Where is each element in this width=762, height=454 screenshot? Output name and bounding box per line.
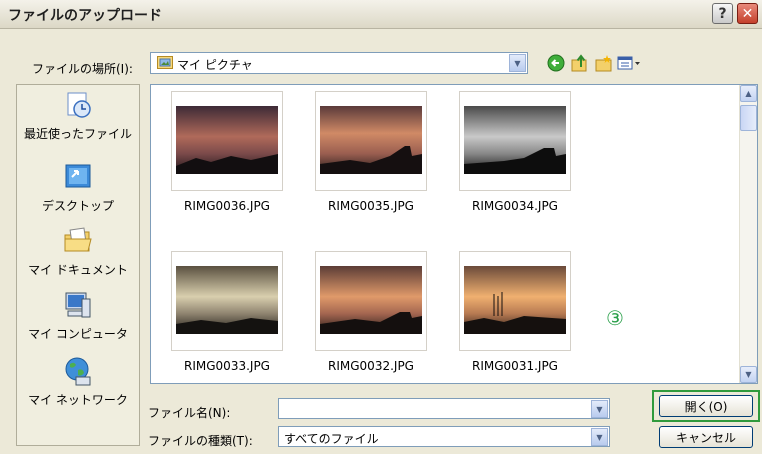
place-label: 最近使ったファイル <box>23 127 132 141</box>
file-name: RIMG0036.JPG <box>184 199 270 213</box>
file-name: RIMG0033.JPG <box>184 359 270 373</box>
file-list[interactable]: RIMG0036.JPG RIMG0035.JPG RIMG0034.JPG R… <box>150 84 758 384</box>
photo-thumbnail-icon <box>176 266 278 334</box>
close-button[interactable]: ✕ <box>737 3 758 24</box>
look-in-label: ファイルの場所(I): <box>32 62 133 76</box>
file-name: RIMG0035.JPG <box>328 199 414 213</box>
file-thumbnail[interactable]: RIMG0035.JPG <box>311 91 431 213</box>
file-thumbnail[interactable]: RIMG0036.JPG <box>167 91 287 213</box>
photo-thumbnail-icon <box>464 266 566 334</box>
place-my-network[interactable]: マイ ネットワーク <box>17 355 139 408</box>
filename-label: ファイル名(N): <box>148 406 231 420</box>
chevron-down-icon[interactable]: ▼ <box>509 54 526 72</box>
desktop-icon <box>65 164 91 188</box>
vertical-scrollbar[interactable]: ▲ ▼ <box>739 85 757 383</box>
chevron-down-icon[interactable]: ▼ <box>591 428 608 446</box>
place-label: デスクトップ <box>41 199 114 213</box>
places-bar: 最近使ったファイル デスクトップ マイ ドキュメント マイ コンピュータ マイ … <box>16 84 140 446</box>
file-name: RIMG0031.JPG <box>472 359 558 373</box>
place-recent[interactable]: 最近使ったファイル <box>17 89 139 142</box>
my-network-icon <box>65 357 91 386</box>
file-thumbnail[interactable]: RIMG0031.JPG <box>455 251 575 373</box>
scrollbar-thumb[interactable] <box>740 105 757 131</box>
open-button[interactable]: 開く(O) <box>659 395 753 417</box>
place-desktop[interactable]: デスクトップ <box>17 161 139 214</box>
filetype-label: ファイルの種類(T): <box>148 434 253 448</box>
my-computer-icon <box>65 292 91 318</box>
photo-thumbnail-icon <box>464 106 566 174</box>
photo-thumbnail-icon <box>320 266 422 334</box>
look-in-value: マイ ピクチャ <box>177 58 253 72</box>
filename-input[interactable]: ▼ <box>278 398 610 419</box>
title-bar: ファイルのアップロード ? ✕ <box>0 0 762 29</box>
filetype-value: すべてのファイル <box>284 432 379 446</box>
view-menu-icon[interactable] <box>616 53 642 73</box>
file-thumbnail[interactable]: RIMG0033.JPG <box>167 251 287 373</box>
place-label: マイ コンピュータ <box>28 327 128 341</box>
file-name: RIMG0032.JPG <box>328 359 414 373</box>
recent-files-icon <box>67 92 91 118</box>
back-icon[interactable] <box>546 53 566 73</box>
file-thumbnail[interactable]: RIMG0034.JPG <box>455 91 575 213</box>
my-documents-icon <box>64 227 92 252</box>
chevron-down-icon[interactable]: ▼ <box>740 366 757 383</box>
cancel-button[interactable]: キャンセル <box>659 426 753 448</box>
photo-thumbnail-icon <box>320 106 422 174</box>
look-in-dropdown[interactable]: マイ ピクチャ ▼ <box>150 52 528 74</box>
chevron-up-icon[interactable]: ▲ <box>740 85 757 102</box>
step-number-annotation: ③ <box>606 306 624 330</box>
place-label: マイ ドキュメント <box>28 263 128 277</box>
help-button[interactable]: ? <box>712 3 733 24</box>
up-folder-icon[interactable] <box>570 53 590 73</box>
photo-thumbnail-icon <box>176 106 278 174</box>
place-my-documents[interactable]: マイ ドキュメント <box>17 225 139 278</box>
folder-pictures-icon <box>157 56 173 69</box>
place-my-computer[interactable]: マイ コンピュータ <box>17 289 139 342</box>
new-folder-icon[interactable] <box>594 53 614 73</box>
chevron-down-icon[interactable]: ▼ <box>591 400 608 418</box>
place-label: マイ ネットワーク <box>28 393 128 407</box>
window-title: ファイルのアップロード <box>8 8 162 24</box>
file-thumbnail[interactable]: RIMG0032.JPG <box>311 251 431 373</box>
file-name: RIMG0034.JPG <box>472 199 558 213</box>
filetype-dropdown[interactable]: すべてのファイル ▼ <box>278 426 610 447</box>
